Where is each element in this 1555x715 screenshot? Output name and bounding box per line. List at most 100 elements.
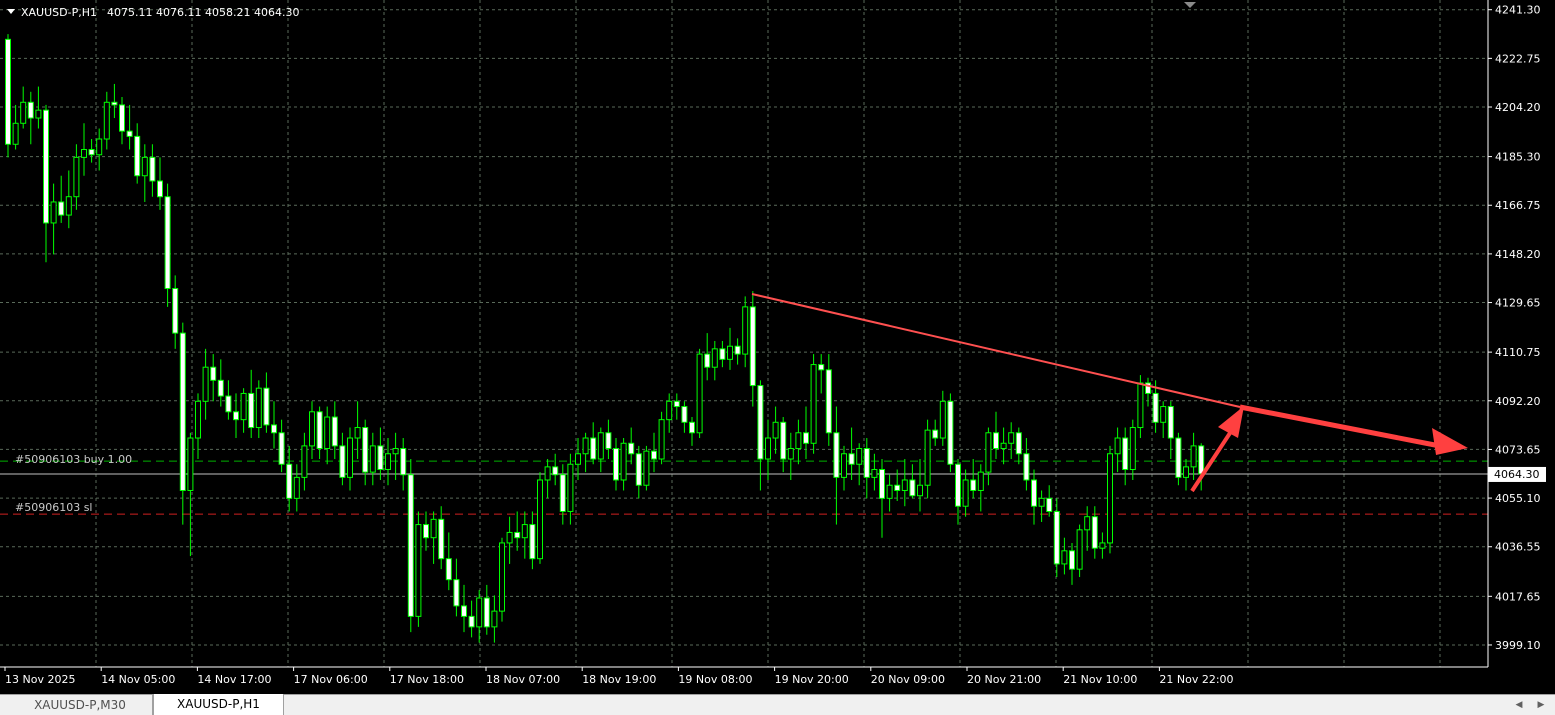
candle-body-bull xyxy=(666,400,673,421)
candle-body-bear xyxy=(339,445,346,478)
candle-body-bear xyxy=(88,149,95,156)
price-tick-label: 4241.30 xyxy=(1495,4,1541,17)
candle-body-bull xyxy=(795,432,802,450)
candle-body-bull xyxy=(521,524,528,539)
candle-body-bear xyxy=(248,392,255,429)
candle-body-bull xyxy=(491,610,498,628)
candle xyxy=(1107,445,1113,554)
candle-body-bear xyxy=(719,348,726,360)
candle-body-bull xyxy=(187,437,194,491)
scroll-right-icon[interactable]: ▶ xyxy=(1534,695,1548,715)
candle-body-bear xyxy=(58,201,65,216)
candle-body-bull xyxy=(901,479,908,491)
candle-body-bull xyxy=(985,432,992,473)
candle-body-bear xyxy=(453,579,460,607)
candle-body-bull xyxy=(1107,453,1113,544)
candle-body-bear xyxy=(1023,453,1030,481)
candle-body-bull xyxy=(939,400,946,439)
candle-body-bull xyxy=(65,196,72,216)
candle-body-bull xyxy=(1038,497,1045,507)
candle-body-bull xyxy=(12,122,19,145)
price-tick-label: 4073.65 xyxy=(1495,443,1541,456)
candle-body-bull xyxy=(1061,550,1068,565)
price-tick-label: 4222.75 xyxy=(1495,52,1541,65)
candle-body-bear xyxy=(149,156,156,182)
candle-body-bull xyxy=(1183,466,1189,478)
candle-body-bull xyxy=(1076,529,1083,570)
price-tick-label: 4129.65 xyxy=(1495,297,1541,310)
candle-body-bear xyxy=(757,385,764,460)
candle-body-bear xyxy=(483,597,490,628)
candle-body-bull xyxy=(810,364,817,444)
candle-body-bull xyxy=(415,524,422,617)
scroll-left-icon[interactable]: ◀ xyxy=(1512,695,1526,715)
candle-body-bear xyxy=(377,445,384,470)
candle-body-bull xyxy=(103,101,110,140)
candle-body-bull xyxy=(499,542,505,612)
candle-body-bear xyxy=(529,524,536,560)
candle-body-bull xyxy=(1099,542,1106,549)
candle-body-bear xyxy=(126,130,133,137)
candle-body-bull xyxy=(293,476,300,499)
time-tick-label: 17 Nov 18:00 xyxy=(390,673,464,686)
candle-body-bull xyxy=(711,348,718,368)
candle-body-bull xyxy=(50,201,57,224)
candle xyxy=(1175,432,1182,486)
candle-body-bear xyxy=(1053,510,1060,565)
time-tick-label: 14 Nov 17:00 xyxy=(197,673,271,686)
candle-body-bear xyxy=(461,605,467,617)
candle-body-bull xyxy=(597,432,604,460)
price-chart[interactable]: 4241.30 4222.75 4204.20 4185.30 4166.75 4148.… xyxy=(0,0,1555,694)
candle-body-bear xyxy=(225,395,232,413)
candle-body-bull xyxy=(35,109,42,119)
candle-body-bull xyxy=(73,156,80,198)
price-tick-label: 4166.75 xyxy=(1495,199,1541,212)
candle-body-bull xyxy=(772,421,779,439)
price-tick-label: 4204.20 xyxy=(1495,101,1541,114)
candle-body-bull xyxy=(765,437,771,460)
candle-body-bull xyxy=(96,138,103,156)
candle-body-bear xyxy=(1046,497,1053,512)
tab-xauusd-h1[interactable]: XAUUSD-P,H1 xyxy=(153,694,284,715)
chart-tabs: XAUUSD-P,M30 XAUUSD-P,H1 ◀ ▶ xyxy=(0,694,1555,715)
candle-body-bear xyxy=(233,411,239,421)
candle-body-bear xyxy=(833,432,840,478)
candle-body-bear xyxy=(894,484,901,491)
candle-body-bull xyxy=(392,448,399,455)
candle-body-bear xyxy=(848,453,855,465)
candle-body-bear xyxy=(932,429,939,439)
time-tick-label: 19 Nov 20:00 xyxy=(775,673,849,686)
candle-body-bear xyxy=(43,109,49,224)
candle-body-bull xyxy=(81,149,87,158)
candle xyxy=(499,537,505,622)
candle-body-bull xyxy=(841,453,847,478)
price-tick-label: 4092.20 xyxy=(1495,395,1541,408)
tab-xauusd-m30[interactable]: XAUUSD-P,M30 xyxy=(8,695,153,715)
candle xyxy=(407,459,414,633)
current-price-tag: 4064.30 xyxy=(1488,466,1546,482)
candle-body-bull xyxy=(20,101,27,124)
candle-body-bull xyxy=(1137,382,1144,429)
candle-body-bear xyxy=(1015,432,1022,455)
candle-body-bull xyxy=(742,306,749,355)
sl-order-label[interactable]: #50906103 sl xyxy=(15,501,93,514)
candle-body-bull xyxy=(924,429,931,486)
candle xyxy=(810,354,817,454)
buy-order-label[interactable]: #50906103 buy 1.00 xyxy=(15,453,132,466)
price-tick-label: 4055.10 xyxy=(1495,492,1541,505)
candle-body-bear xyxy=(514,531,521,539)
candle-body-bear xyxy=(863,448,870,478)
candle-body-bull xyxy=(1190,445,1197,468)
candle-body-bull xyxy=(369,445,376,473)
candle-body-bear xyxy=(468,615,475,628)
candle-body-bear xyxy=(673,400,680,408)
candle-body-bear xyxy=(134,135,141,177)
candle-body-bull xyxy=(240,392,247,421)
candle-body-bull xyxy=(476,597,483,628)
candle-body-bull xyxy=(962,479,969,507)
candle-body-bull xyxy=(886,484,893,499)
candle-body-bull xyxy=(582,437,589,455)
candle-body-bear xyxy=(157,180,163,198)
candle xyxy=(5,34,11,158)
candle-body-bear xyxy=(879,468,885,499)
